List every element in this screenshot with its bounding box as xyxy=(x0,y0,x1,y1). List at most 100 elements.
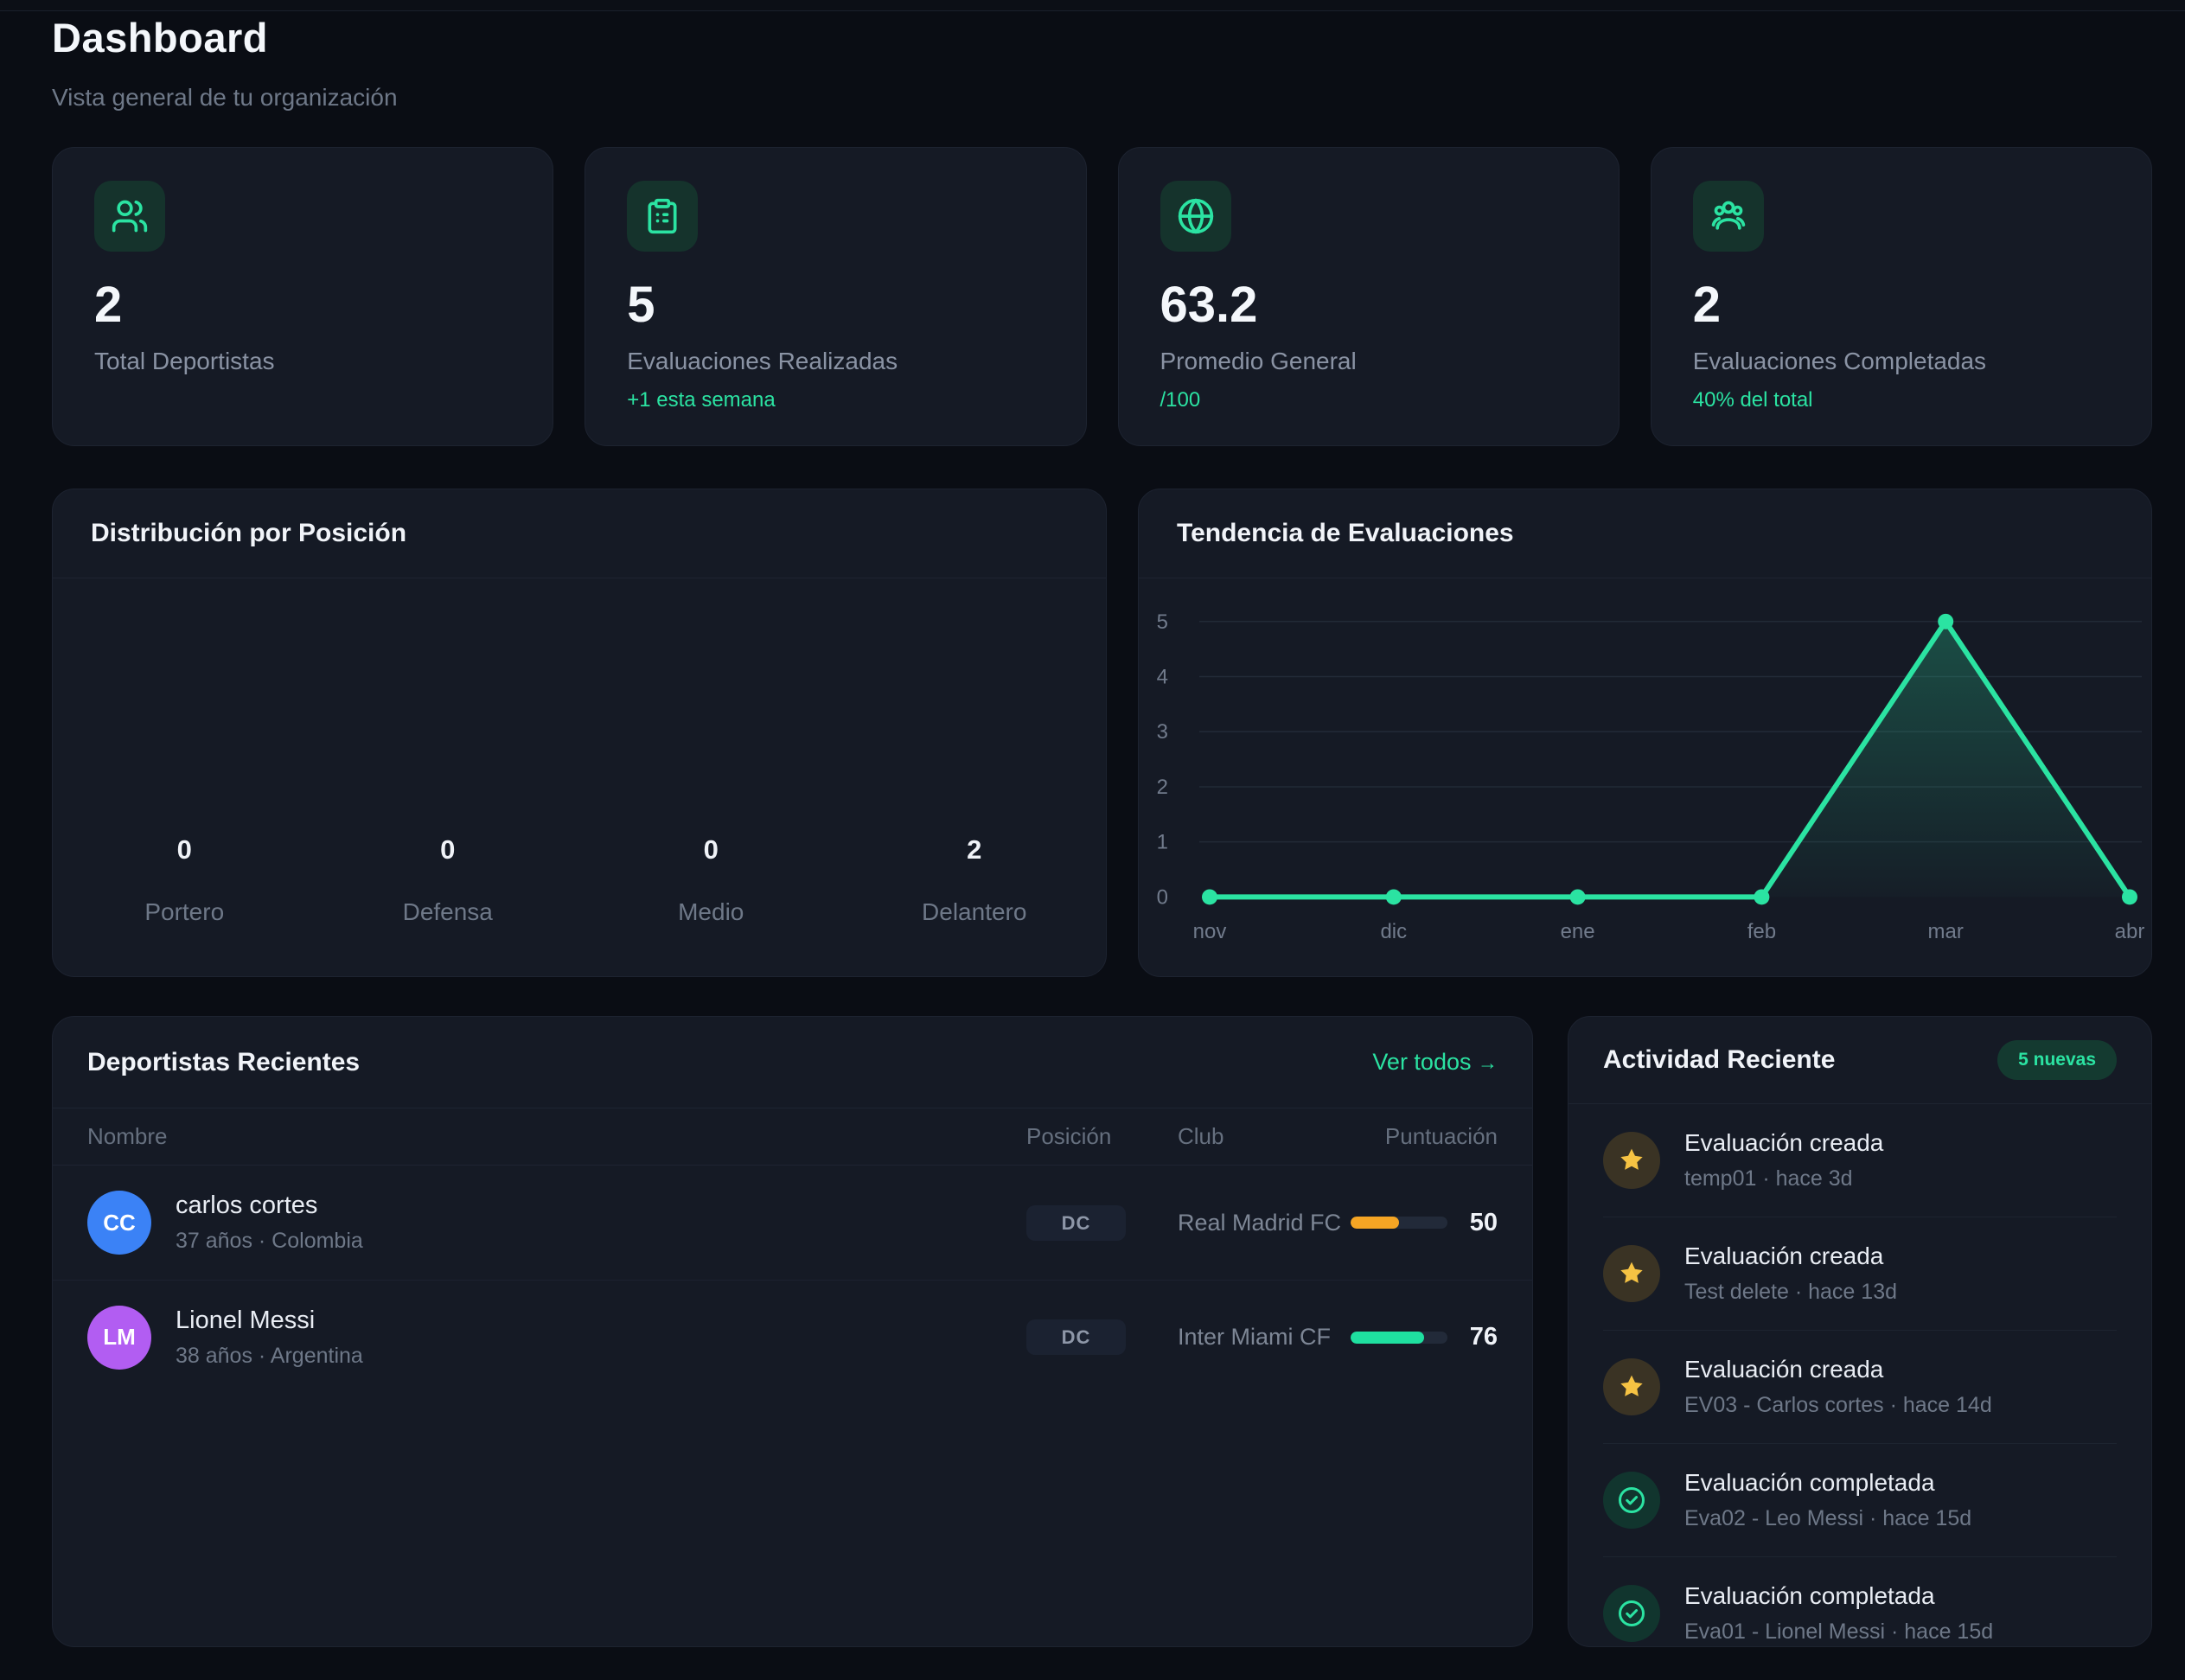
distribution-panel: Distribución por Posición 0 Portero 0 De… xyxy=(52,489,1107,977)
score-cell: 76 xyxy=(1351,1323,1498,1351)
recent-activity-panel: Actividad Reciente 5 nuevas Evaluación c… xyxy=(1568,1016,2152,1647)
distribution-value: 0 xyxy=(53,834,316,866)
check-circle-icon xyxy=(1603,1472,1660,1529)
distribution-value: 0 xyxy=(579,834,843,866)
check-circle-icon xyxy=(1603,1585,1660,1642)
activity-text: Evaluación creada temp01 · hace 3d xyxy=(1684,1129,1883,1191)
name-text: carlos cortes 37 años · Colombia xyxy=(176,1191,363,1254)
activity-item-title: Evaluación creada xyxy=(1684,1129,1883,1157)
column-header-posicion: Posición xyxy=(1026,1123,1178,1150)
score-bar-track xyxy=(1351,1332,1447,1344)
stat-value: 63.2 xyxy=(1160,276,1577,334)
name-cell: LM Lionel Messi 38 años · Argentina xyxy=(87,1306,1026,1370)
athlete-name: carlos cortes xyxy=(176,1191,363,1220)
activity-item-title: Evaluación completada xyxy=(1684,1469,1971,1497)
activity-item-meta: EV03 - Carlos cortes · hace 14d xyxy=(1684,1393,1992,1418)
activity-list: Evaluación creada temp01 · hace 3d Evalu… xyxy=(1568,1104,2151,1670)
svg-text:3: 3 xyxy=(1157,720,1168,744)
stat-label: Evaluaciones Completadas xyxy=(1693,348,2110,375)
page-subtitle: Vista general de tu organización xyxy=(52,84,398,112)
column-header-nombre: Nombre xyxy=(87,1123,1026,1150)
stat-card-evaluaciones-completadas: 2 Evaluaciones Completadas 40% del total xyxy=(1651,147,2152,446)
svg-text:nov: nov xyxy=(1193,920,1227,943)
club-cell: Inter Miami CF xyxy=(1178,1324,1351,1351)
stats-row: 2 Total Deportistas 5 Evaluaciones Reali… xyxy=(52,147,2152,445)
page-title: Dashboard xyxy=(52,14,398,61)
activity-item: Evaluación creada Test delete · hace 13d xyxy=(1603,1217,2117,1330)
distribution-item-portero: 0 Portero xyxy=(53,834,316,926)
activity-text: Evaluación creada EV03 - Carlos cortes ·… xyxy=(1684,1356,1992,1418)
svg-text:1: 1 xyxy=(1157,831,1168,854)
svg-text:0: 0 xyxy=(1157,885,1168,909)
svg-text:abr: abr xyxy=(2115,920,2145,943)
athletes-title: Deportistas Recientes xyxy=(87,1048,360,1077)
star-icon xyxy=(1603,1245,1660,1302)
athletes-table-body: CC carlos cortes 37 años · Colombia DC R… xyxy=(53,1166,1532,1394)
distribution-value: 0 xyxy=(316,834,580,866)
score-bar-fill xyxy=(1351,1332,1424,1344)
avatar: LM xyxy=(87,1306,151,1370)
arrow-right-icon: → xyxy=(1478,1051,1498,1074)
distribution-header: Distribución por Posición xyxy=(53,489,1106,578)
stat-sub: +1 esta semana xyxy=(627,388,1044,412)
stat-value: 2 xyxy=(1693,276,2110,334)
position-cell: DC xyxy=(1026,1205,1178,1241)
avatar-initials: LM xyxy=(103,1324,136,1351)
activity-text: Evaluación creada Test delete · hace 13d xyxy=(1684,1242,1897,1305)
trend-chart-area: 012345novdicenefebmarabr xyxy=(1139,582,2151,976)
avatar-initials: CC xyxy=(103,1210,136,1236)
position-badge: DC xyxy=(1026,1205,1126,1241)
athlete-meta: 38 años · Argentina xyxy=(176,1344,363,1369)
top-border xyxy=(0,0,2185,11)
svg-text:dic: dic xyxy=(1380,920,1407,943)
trend-header: Tendencia de Evaluaciones xyxy=(1139,489,2151,578)
activity-item-title: Evaluación creada xyxy=(1684,1242,1897,1270)
stat-value: 5 xyxy=(627,276,1044,334)
stat-label: Total Deportistas xyxy=(94,348,511,375)
view-all-link[interactable]: Ver todos → xyxy=(1372,1049,1498,1076)
star-icon xyxy=(1603,1358,1660,1415)
distribution-columns: 0 Portero 0 Defensa 0 Medio 2 Delantero xyxy=(53,834,1106,926)
stat-label: Promedio General xyxy=(1160,348,1577,375)
activity-item: Evaluación completada Eva02 - Leo Messi … xyxy=(1603,1443,2117,1556)
users-icon xyxy=(94,181,165,252)
name-text: Lionel Messi 38 años · Argentina xyxy=(176,1306,363,1369)
middle-row: Distribución por Posición 0 Portero 0 De… xyxy=(52,489,2152,977)
club-cell: Real Madrid FC xyxy=(1178,1210,1351,1236)
score-bar-fill xyxy=(1351,1217,1399,1229)
stat-sub: 40% del total xyxy=(1693,388,2110,412)
distribution-label: Defensa xyxy=(316,898,580,926)
avatar: CC xyxy=(87,1191,151,1255)
athletes-header: Deportistas Recientes Ver todos → xyxy=(53,1017,1532,1108)
distribution-label: Portero xyxy=(53,898,316,926)
distribution-value: 2 xyxy=(843,834,1107,866)
bottom-row: Deportistas Recientes Ver todos → Nombre… xyxy=(52,1016,2152,1647)
score-value: 50 xyxy=(1461,1209,1498,1237)
stat-label: Evaluaciones Realizadas xyxy=(627,348,1044,375)
column-header-puntuacion: Puntuación xyxy=(1351,1123,1498,1150)
activity-item: Evaluación completada Eva01 - Lionel Mes… xyxy=(1603,1556,2117,1670)
distribution-label: Delantero xyxy=(843,898,1107,926)
globe-icon xyxy=(1160,181,1231,252)
activity-title: Actividad Reciente xyxy=(1603,1045,1835,1075)
position-badge: DC xyxy=(1026,1319,1126,1355)
activity-text: Evaluación completada Eva02 - Leo Messi … xyxy=(1684,1469,1971,1531)
activity-header: Actividad Reciente 5 nuevas xyxy=(1568,1017,2151,1103)
distribution-item-delantero: 2 Delantero xyxy=(843,834,1107,926)
table-row-carlos-cortes[interactable]: CC carlos cortes 37 años · Colombia DC R… xyxy=(53,1166,1532,1280)
clipboard-list-icon xyxy=(627,181,698,252)
svg-text:ene: ene xyxy=(1561,920,1595,943)
svg-text:4: 4 xyxy=(1157,666,1168,689)
trend-chart: 012345novdicenefebmarabr xyxy=(1139,582,2151,976)
athlete-meta: 37 años · Colombia xyxy=(176,1229,363,1254)
trend-panel: Tendencia de Evaluaciones 012345novdicen… xyxy=(1138,489,2152,977)
activity-item: Evaluación creada temp01 · hace 3d xyxy=(1603,1104,2117,1217)
trend-title: Tendencia de Evaluaciones xyxy=(1177,519,2113,548)
score-cell: 50 xyxy=(1351,1209,1498,1237)
activity-item-meta: Eva01 - Lionel Messi · hace 15d xyxy=(1684,1619,1993,1645)
table-row-lionel-messi[interactable]: LM Lionel Messi 38 años · Argentina DC I… xyxy=(53,1280,1532,1394)
activity-item-meta: Eva02 - Leo Messi · hace 15d xyxy=(1684,1506,1971,1531)
activity-item-title: Evaluación creada xyxy=(1684,1356,1992,1383)
svg-text:5: 5 xyxy=(1157,610,1168,634)
distribution-title: Distribución por Posición xyxy=(91,519,1068,548)
